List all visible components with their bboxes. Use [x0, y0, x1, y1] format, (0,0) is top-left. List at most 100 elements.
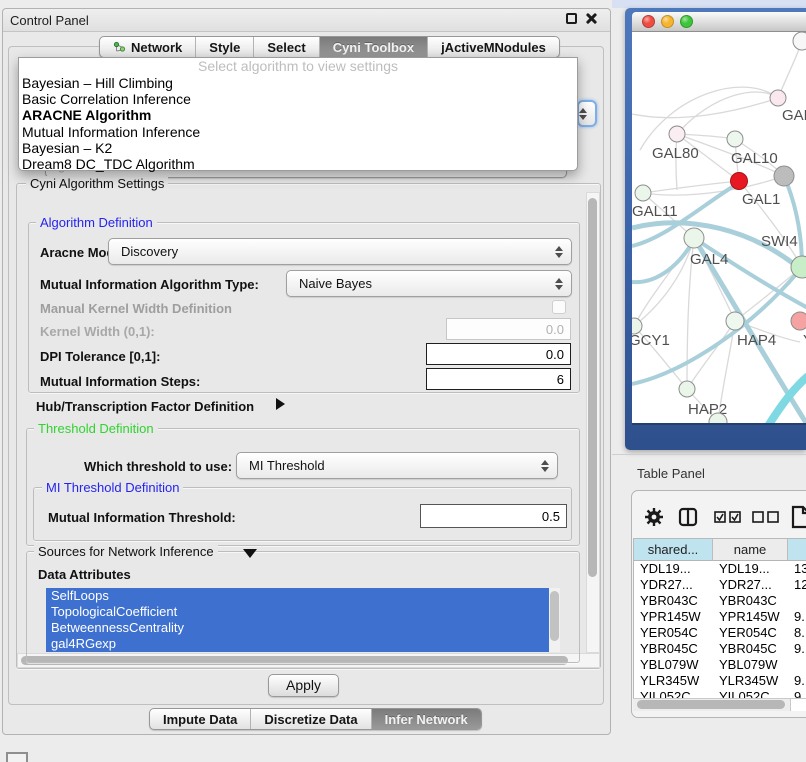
apply-button[interactable]: Apply — [268, 674, 339, 697]
network-edge — [632, 240, 694, 282]
network-node[interactable] — [793, 32, 806, 50]
column-header-a[interactable]: A — [788, 539, 806, 561]
threshold-definition-title: Threshold Definition — [34, 421, 158, 436]
attributes-scrollbar-thumb[interactable] — [550, 591, 559, 641]
mi-type-combo[interactable]: Naive Bayes — [286, 270, 572, 297]
node-label: HAP4 — [737, 332, 776, 349]
float-icon[interactable] — [566, 13, 577, 24]
bottom-tab-discretize-data[interactable]: Discretize Data — [250, 709, 370, 729]
node-label: GAL4 — [690, 251, 728, 268]
collapse-arrow-icon[interactable] — [243, 549, 257, 558]
network-node-hap4[interactable] — [726, 312, 744, 330]
tab-select-label: Select — [267, 40, 305, 55]
tab-style[interactable]: Style — [195, 37, 253, 57]
desktop-strip — [612, 0, 806, 8]
algorithm-dropdown: Select algorithm to view settings Bayesi… — [18, 57, 578, 171]
network-node-gal1[interactable] — [731, 173, 748, 190]
expand-arrow-icon[interactable] — [276, 398, 285, 410]
dpi-tolerance-field[interactable] — [426, 343, 571, 365]
table-row[interactable]: YBL079WYBL079W — [634, 657, 806, 673]
network-node-gal[interactable] — [770, 90, 786, 106]
column-header-shared[interactable]: shared... — [634, 539, 713, 561]
attribute-item-betweennesscentrality[interactable]: BetweennessCentrality — [46, 620, 560, 636]
node-label: GAL — [782, 107, 806, 124]
table-cell: 8. — [788, 625, 806, 641]
mi-steps-field[interactable] — [426, 368, 571, 390]
tab-jactivemnodules[interactable]: jActiveMNodules — [427, 37, 559, 57]
algorithm-option-aracne-algorithm[interactable]: ARACNE Algorithm — [19, 107, 577, 123]
dpi-tolerance-label: DPI Tolerance [0,1]: — [40, 349, 160, 364]
table-row[interactable]: YDL19...YDL19...13 — [634, 561, 806, 577]
table-row[interactable]: YPR145WYPR145W9. — [634, 609, 806, 625]
algorithm-option-dream8-dc-tdc-algorithm[interactable]: Dream8 DC_TDC Algorithm — [19, 156, 577, 172]
which-threshold-combo[interactable]: MI Threshold — [236, 452, 558, 479]
mac-close-button[interactable] — [642, 15, 655, 28]
mi-threshold-field[interactable] — [420, 504, 567, 528]
node-label: GCY1 — [632, 332, 670, 349]
document-icon[interactable] — [791, 505, 806, 529]
manual-kernel-checkbox — [552, 300, 566, 314]
table-row[interactable]: YLR345WYLR345W9. — [634, 673, 806, 689]
hub-section-label[interactable]: Hub/Transcription Factor Definition — [36, 399, 254, 414]
inference-combo-stepper[interactable] — [577, 100, 597, 127]
panel-corner-icon[interactable] — [6, 752, 28, 762]
attribute-item-gal4rgexp[interactable]: gal4RGexp — [46, 636, 560, 652]
algorithm-option-bayesian-hill-climbing[interactable]: Bayesian – Hill Climbing — [19, 75, 577, 91]
mac-minimize-button[interactable] — [661, 15, 674, 28]
dropdown-items: Bayesian – Hill ClimbingBasic Correlatio… — [19, 75, 577, 172]
bottom-tab-infer-network[interactable]: Infer Network — [371, 709, 481, 729]
tab-jactivemnodules-label: jActiveMNodules — [441, 40, 546, 55]
table-row[interactable]: YBR045CYBR045C9. — [634, 641, 806, 657]
stepper-arrows-icon — [555, 246, 563, 258]
checked-pair-icon[interactable] — [714, 511, 742, 524]
table-cell: YER054C — [634, 625, 713, 641]
network-node-hap2[interactable] — [679, 381, 695, 397]
stepper-arrows-icon — [555, 278, 563, 290]
mi-threshold-label: Mutual Information Threshold: — [48, 510, 236, 525]
network-window-titlebar[interactable] — [632, 12, 806, 32]
stepper-arrows-icon — [579, 108, 587, 120]
network-node-gal11[interactable] — [635, 185, 651, 201]
close-icon[interactable] — [585, 12, 598, 25]
table-row[interactable]: YER054CYER054C8. — [634, 625, 806, 641]
table-hscrollbar-thumb[interactable] — [637, 700, 785, 709]
column-header-name[interactable]: name — [713, 539, 788, 561]
bottom-tab-impute-data[interactable]: Impute Data — [150, 709, 250, 729]
gear-icon[interactable] — [644, 507, 664, 527]
mac-zoom-button[interactable] — [680, 15, 693, 28]
table-row[interactable]: YDR27...YDR27...12 — [634, 577, 806, 593]
tab-network[interactable]: Network — [100, 37, 195, 57]
table-cell: YPR145W — [713, 609, 788, 625]
network-edge — [677, 92, 778, 134]
settings-group-title: Cyni Algorithm Settings — [26, 176, 168, 191]
aracne-mode-combo[interactable]: Discovery — [108, 238, 572, 265]
network-node-gal10[interactable] — [727, 131, 743, 147]
unchecked-pair-icon[interactable] — [752, 511, 780, 524]
table-cell: YDR27... — [713, 577, 788, 593]
settings-vscrollbar-thumb[interactable] — [588, 198, 597, 577]
tab-select[interactable]: Select — [253, 37, 318, 57]
table-row[interactable]: YBR043CYBR043C — [634, 593, 806, 609]
algorithm-option-bayesian-k2[interactable]: Bayesian – K2 — [19, 140, 577, 156]
table-header-row: shared...nameA — [634, 539, 806, 561]
network-node-y[interactable] — [791, 312, 806, 330]
algorithm-option-basic-correlation-inference[interactable]: Basic Correlation Inference — [19, 91, 577, 107]
algorithm-option-mutual-information-inference[interactable]: Mutual Information Inference — [19, 124, 577, 140]
network-node-gal80[interactable] — [669, 126, 685, 142]
network-node-gal4[interactable] — [684, 228, 704, 248]
control-panel-tab-bar: NetworkStyle Select Cyni Toolbox jActiveMNo… — [99, 36, 560, 58]
mi-type-value: Naive Bayes — [299, 276, 372, 291]
attribute-item-selfloops[interactable]: SelfLoops — [46, 588, 560, 604]
table-cell: YPR145W — [634, 609, 713, 625]
table-scroll-corner — [790, 698, 806, 711]
node-label: GAL11 — [632, 203, 678, 220]
table-cell: YBR045C — [713, 641, 788, 657]
attribute-item-topologicalcoefficient[interactable]: TopologicalCoefficient — [46, 604, 560, 620]
tab-cyni-toolbox[interactable]: Cyni Toolbox — [319, 37, 427, 57]
algorithm-definition-title: Algorithm Definition — [36, 215, 157, 230]
network-canvas[interactable]: GALGAL80GAL10GAL1GAL11GAL4SWI4GCY1HAP4YH… — [632, 32, 806, 425]
control-panel-titlebar — [3, 9, 610, 32]
network-node[interactable] — [774, 166, 794, 186]
sources-group-title[interactable]: Sources for Network Inference — [34, 544, 218, 559]
columns-icon[interactable] — [678, 507, 698, 527]
